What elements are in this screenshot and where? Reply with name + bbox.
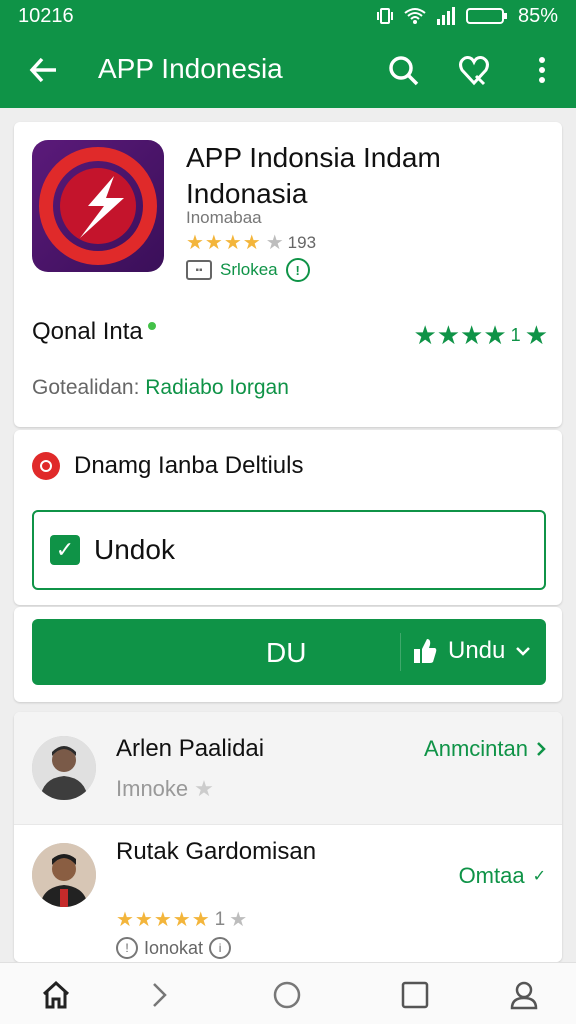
reviewer-subtitle-line: Imnoke ★ [116,776,214,802]
rating-star-empty-icon: ★ [265,232,284,254]
action-divider [400,633,401,671]
recents-icon[interactable] [397,977,433,1013]
reviewer-subtitle: Imnoke [116,776,189,801]
forward-icon[interactable] [141,977,177,1013]
record-icon [32,452,60,480]
details-header: Dnamg Ianba Deltiuls [32,452,303,480]
undok-option[interactable]: ✓ Undok [32,510,546,590]
rating-count: 193 [287,232,317,252]
app-icon [32,140,164,272]
review-link-label: Omtaa [458,863,525,888]
review-item[interactable]: Rutak Gardomisan ★★★★★ 1 ★ ! Ionokat i O… [14,824,562,962]
thumb-icon [414,639,437,663]
install-status: Srlokea [220,260,278,279]
review-link[interactable]: Omtaa ✓ [459,863,546,889]
app-info-card: APP Indonsia Indam Indonasia Inomabaa ★★… [14,122,562,427]
details-card: Dnamg Ianba Deltiuls ✓ Undok [14,430,562,605]
star-icon: ★ [194,776,214,801]
review-link[interactable]: Anmcintan [424,736,546,762]
primary-action-label[interactable]: DU [266,637,306,669]
summary-title: Qonal Inta [32,318,143,345]
review-stars-icon: ★★★★★ [116,909,211,931]
signal-icon [436,7,455,25]
developer-name[interactable]: Inomabaa [186,208,262,228]
circle-home-icon[interactable] [269,977,305,1013]
review-stars-count: 1 [214,908,226,930]
avatar [32,736,96,800]
review-rating: ★★★★★ 1 ★ [116,907,247,932]
info-icon[interactable]: i [209,937,232,959]
chevron-down-icon [516,647,531,656]
rating-line: ★★★★ ★ 193 [186,230,316,255]
secondary-action-button[interactable]: Undu [412,637,531,665]
summary-stars-icon: ★★★★ [413,320,507,350]
undok-label: Undok [94,534,175,565]
battery-level: 85% [517,4,558,27]
review-link-label: Anmcintan [424,736,528,761]
reviewer-name: Rutak Gardomisan [116,838,317,865]
app-logo-icon [39,147,157,265]
search-icon[interactable] [386,50,422,90]
install-status-line: ▪▪ Srlokea ! [186,258,310,282]
review-footer-label: Ionokat [144,937,204,958]
chevron-right-icon [537,742,546,756]
wifi-icon [404,8,426,24]
review-item[interactable]: Arlen Paalidai Imnoke ★ Anmcintan [14,712,562,824]
summary-rating: ★★★★ 1 ★ [413,320,548,351]
page-title: APP Indonesia [98,53,283,84]
details-title: Dnamg Ianba Deltiuls [74,452,304,479]
toolbar: APP Indonesia [0,36,576,108]
status-bar: 10216 85% [0,0,576,32]
info-icon[interactable]: ! [285,258,310,282]
status-time: 10216 [18,4,74,27]
category-line: Gotealidan: Radiabo Iorgan [32,376,289,400]
bottom-navigation [0,962,576,1024]
home-icon[interactable] [38,977,74,1013]
review-star-empty-icon: ★ [229,909,248,931]
avatar [32,843,96,907]
vibrate-icon [376,8,393,24]
app-bar: 10216 85% APP Indonesia [0,0,576,108]
summary-star-icon: ★ [524,320,548,350]
status-icons: 85% [376,5,558,28]
check-icon: ✓ [532,868,546,885]
reviewer-name: Arlen Paalidai [116,735,265,762]
wishlist-icon[interactable] [456,50,492,90]
check-icon[interactable]: ✓ [50,535,80,565]
back-arrow-icon[interactable] [26,50,62,90]
secondary-action-label: Undu [448,637,506,664]
category-label: Gotealidan: [32,376,140,399]
flag-icon[interactable]: ! [116,937,138,959]
review-footer: ! Ionokat i [116,937,232,959]
summary-stars-count: 1 [510,325,521,345]
action-card: DU Undu [14,607,562,702]
storage-icon: ▪▪ [186,260,212,280]
more-options-icon[interactable] [524,50,560,90]
battery-icon [465,8,507,24]
profile-icon[interactable] [506,977,542,1013]
new-indicator-icon [146,320,158,332]
install-button[interactable]: DU Undu [32,619,546,685]
rating-stars-icon: ★★★★ [186,232,262,254]
app-name: APP Indonsia Indam Indonasia [186,142,441,209]
reviews-card: Arlen Paalidai Imnoke ★ Anmcintan Rutak … [14,712,562,962]
category-link[interactable]: Radiabo Iorgan [145,376,289,399]
